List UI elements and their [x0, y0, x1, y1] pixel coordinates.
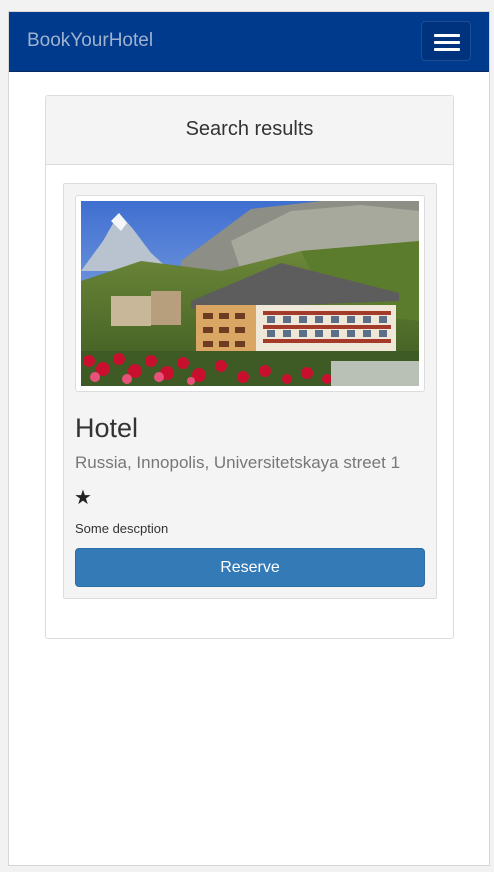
app-viewport: BookYourHotel Search results Hotel Russi… — [8, 11, 490, 866]
brand-link[interactable]: BookYourHotel — [27, 30, 153, 52]
hotel-description: Some descption — [75, 521, 169, 536]
hamburger-menu-icon — [434, 34, 460, 37]
hotel-card: Hotel Russia, Innopolis, Universitetskay… — [63, 183, 437, 599]
navbar: BookYourHotel — [9, 12, 489, 72]
hamburger-menu-icon-bar — [434, 41, 460, 44]
hamburger-menu-icon-bar — [434, 48, 460, 51]
navbar-toggle-button[interactable] — [421, 21, 471, 61]
reserve-button[interactable]: Reserve — [75, 548, 425, 587]
search-results-panel: Search results Hotel Russia, Innopolis, … — [45, 95, 454, 639]
hotel-name: Hotel — [75, 413, 139, 443]
search-results-heading: Search results — [46, 96, 453, 165]
hotel-photo-image — [81, 201, 419, 386]
star-rating-icon: ★ — [74, 485, 92, 509]
hotel-photo — [75, 195, 425, 392]
hotel-address: Russia, Innopolis, Universitetskaya stre… — [75, 453, 401, 472]
